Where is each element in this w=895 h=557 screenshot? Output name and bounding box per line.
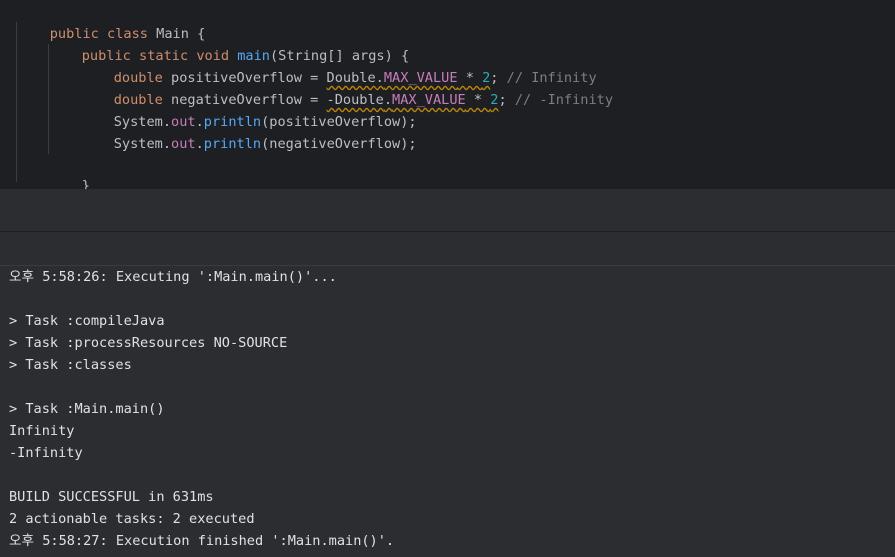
- code-line-close-main[interactable]: }: [49, 153, 90, 189]
- brace-token: }: [81, 178, 90, 189]
- args-token: (negativeOverflow);: [261, 136, 417, 152]
- editor-bottom-area: [0, 189, 895, 231]
- console-line: > Task :processResources NO-SOURCE: [9, 335, 288, 351]
- run-tool-window-header: [0, 232, 895, 266]
- method-call-token: println: [203, 136, 262, 152]
- semicolon-token: ;: [498, 92, 515, 108]
- console-line: 오후 5:58:26: Executing ':Main.main()'...: [9, 269, 337, 285]
- console-line: Infinity: [9, 423, 75, 439]
- dot-token: .: [162, 136, 172, 152]
- console-line: > Task :classes: [9, 357, 132, 373]
- code-editor[interactable]: public class Main { public static void m…: [0, 0, 895, 189]
- class-ref-token: System: [113, 136, 163, 152]
- console-line: -Infinity: [9, 445, 83, 461]
- operator-token: *: [465, 92, 491, 108]
- static-field-token: out: [171, 136, 196, 152]
- console-line: 오후 5:58:27: Execution finished ':Main.ma…: [9, 533, 395, 549]
- dot-token: .: [195, 136, 204, 152]
- run-console[interactable]: 오후 5:58:26: Executing ':Main.main()'... …: [0, 266, 895, 557]
- code-line-positive-overflow[interactable]: double positiveOverflow = Double.MAX_VAL…: [81, 45, 597, 86]
- code-line-println-positive[interactable]: System.out.println(positiveOverflow);: [81, 89, 417, 130]
- console-line: > Task :compileJava: [9, 313, 165, 329]
- code-line-main-decl[interactable]: public static void main(String[] args) {: [49, 23, 409, 64]
- code-line-class-decl[interactable]: public class Main {: [17, 1, 206, 42]
- code-line-println-negative[interactable]: System.out.println(negativeOverflow);: [81, 111, 417, 152]
- console-line: 2 actionable tasks: 2 executed: [9, 511, 255, 527]
- console-line: BUILD SUCCESSFUL in 631ms: [9, 489, 214, 505]
- comment-token: // -Infinity: [514, 92, 614, 108]
- code-line-close-class[interactable]: }: [17, 175, 58, 189]
- console-line: > Task :Main.main(): [9, 401, 165, 417]
- code-line-negative-overflow[interactable]: double negativeOverflow = -Double.MAX_VA…: [81, 67, 613, 108]
